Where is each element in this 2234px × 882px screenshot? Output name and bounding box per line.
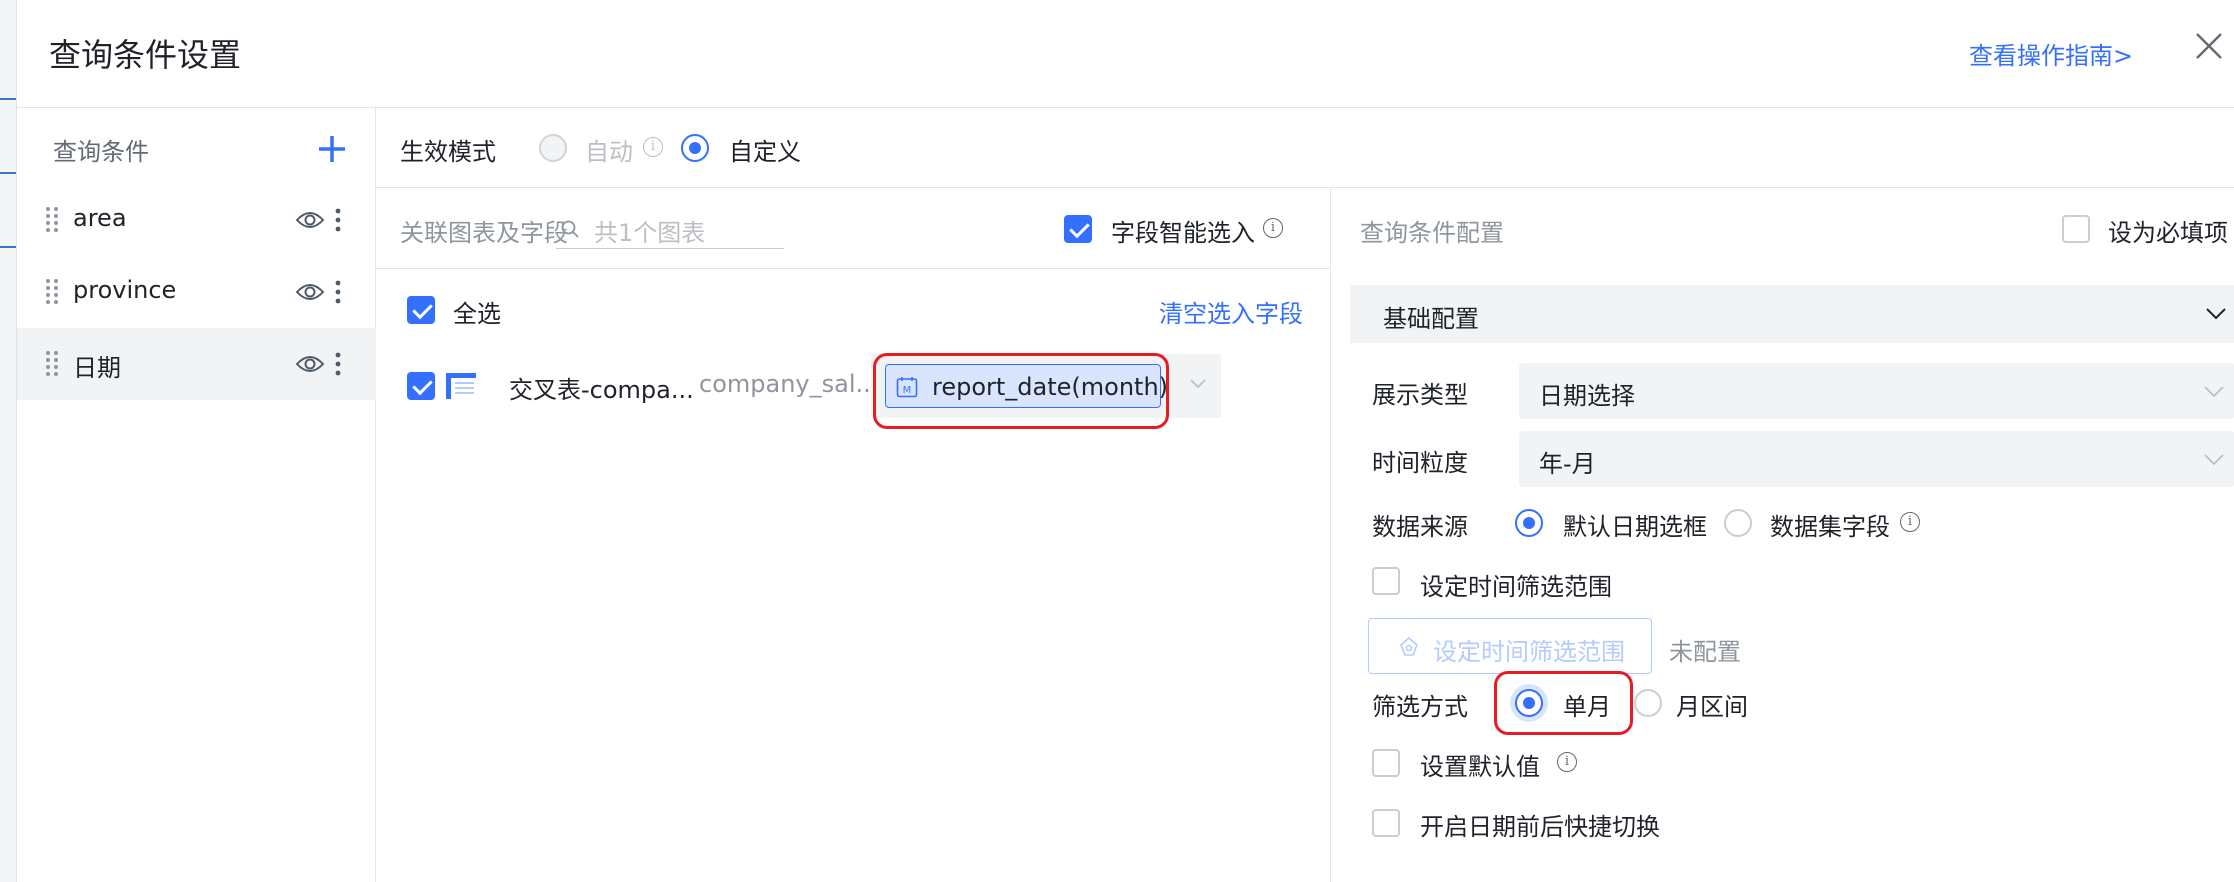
default-value-label: 设置默认值 [1420,753,1540,781]
query-settings-dialog: 查询条件设置 查看操作指南> 查询条件 area province 日期 生效模… [16,0,2234,882]
filter-icon [1400,636,1418,656]
more-icon[interactable] [333,206,343,234]
search-icon [561,220,579,238]
linked-charts-header: 关联图表及字段 共1个图表 字段智能选入 i [376,189,1331,269]
source-default-radio[interactable] [1515,509,1543,537]
eye-icon[interactable] [295,352,325,376]
drag-handle-icon[interactable] [45,206,59,234]
background-line [0,172,16,174]
info-icon[interactable]: i [643,137,663,157]
highlight-annotation [873,353,1169,429]
chart-name: 交叉表-compa... [509,376,694,404]
granularity-label: 时间粒度 [1372,449,1468,477]
set-time-range-button-label: 设定时间筛选范围 [1433,638,1625,666]
table-icon [446,373,476,399]
clear-fields-link[interactable]: 清空选入字段 [1159,294,1303,329]
condition-item-date[interactable]: 日期 [17,328,376,400]
filter-month-range-label: 月区间 [1676,693,1748,721]
default-value-checkbox[interactable] [1372,749,1400,777]
info-icon[interactable]: i [1557,752,1577,772]
condition-config-panel: 查询条件配置 设为必填项 基础配置 展示类型 日期选择 时间粒度 年-月 数据来… [1332,189,2234,882]
plus-icon[interactable] [315,132,349,166]
drag-handle-icon[interactable] [45,278,59,306]
eye-icon[interactable] [295,208,325,232]
eye-icon[interactable] [295,280,325,304]
more-icon[interactable] [333,350,343,378]
filter-month-range-radio[interactable] [1634,689,1662,717]
quick-switch-checkbox[interactable] [1372,809,1400,837]
set-time-range-button[interactable]: 设定时间筛选范围 [1368,618,1652,674]
background-line [0,246,16,248]
time-range-label: 设定时间筛选范围 [1420,573,1612,601]
background-strip [0,0,16,882]
source-dataset-label: 数据集字段 [1770,513,1890,541]
required-checkbox[interactable] [2062,215,2090,243]
granularity-select[interactable]: 年-月 [1519,431,2234,487]
chevron-down-icon[interactable] [1189,378,1207,390]
mode-custom-radio[interactable] [681,134,709,162]
display-type-select[interactable]: 日期选择 [1519,363,2234,419]
required-label: 设为必填项 [2108,219,2228,247]
condition-item-area[interactable]: area [17,184,376,256]
filter-mode-label: 筛选方式 [1372,693,1468,721]
linked-charts-title: 关联图表及字段 [400,219,568,247]
display-type-value: 日期选择 [1539,382,1635,410]
granularity-value: 年-月 [1539,450,1596,478]
condition-item-label: 日期 [73,354,121,382]
time-range-checkbox[interactable] [1372,567,1400,595]
guide-link[interactable]: 查看操作指南> [1969,36,2133,71]
data-source-label: 数据来源 [1372,513,1468,541]
display-type-label: 展示类型 [1372,381,1468,409]
quick-switch-label: 开启日期前后快捷切换 [1420,813,1660,841]
condition-item-label: area [73,204,127,232]
chevron-down-icon[interactable] [2205,307,2227,321]
condition-item-label: province [73,276,177,304]
info-icon[interactable]: i [1263,218,1283,238]
section-title: 基础配置 [1383,305,1479,333]
smart-select-checkbox[interactable] [1064,215,1092,243]
chart-search-input[interactable]: 共1个图表 [556,209,784,249]
close-icon[interactable] [2191,28,2227,64]
mode-auto-radio[interactable] [539,134,567,162]
linked-charts-panel: 关联图表及字段 共1个图表 字段智能选入 i 全选 清空选入字段 交叉表-com… [376,189,1331,882]
drag-handle-icon[interactable] [45,350,59,378]
chevron-down-icon [2204,386,2224,398]
smart-select-label: 字段智能选入 [1111,219,1255,247]
chart-row-checkbox[interactable] [407,372,435,400]
highlight-annotation [1494,671,1633,735]
condition-item-province[interactable]: province [17,256,376,328]
source-dataset-radio[interactable] [1724,509,1752,537]
basic-config-section[interactable]: 基础配置 [1350,285,2234,343]
source-default-label: 默认日期选框 [1563,513,1707,541]
dialog-header: 查询条件设置 查看操作指南> [17,0,2234,108]
info-icon[interactable]: i [1900,512,1920,532]
effect-mode-row: 生效模式 自动 i 自定义 [376,108,2234,188]
condition-list-panel: 查询条件 area province 日期 [17,108,376,882]
select-all-checkbox[interactable] [407,296,435,324]
more-icon[interactable] [333,278,343,306]
mode-custom-label: 自定义 [729,138,801,166]
config-header: 查询条件配置 设为必填项 [1332,189,2234,269]
time-range-status: 未配置 [1669,638,1741,666]
search-placeholder: 共1个图表 [594,219,706,247]
dialog-title: 查询条件设置 [49,36,242,74]
dataset-name: company_sal... [699,370,879,398]
background-line [0,98,16,100]
config-title: 查询条件配置 [1360,219,1504,247]
effect-mode-label: 生效模式 [400,138,496,166]
condition-list-title: 查询条件 [53,138,149,166]
mode-auto-label: 自动 [585,138,633,166]
chevron-down-icon [2204,454,2224,466]
select-all-label: 全选 [453,300,501,328]
